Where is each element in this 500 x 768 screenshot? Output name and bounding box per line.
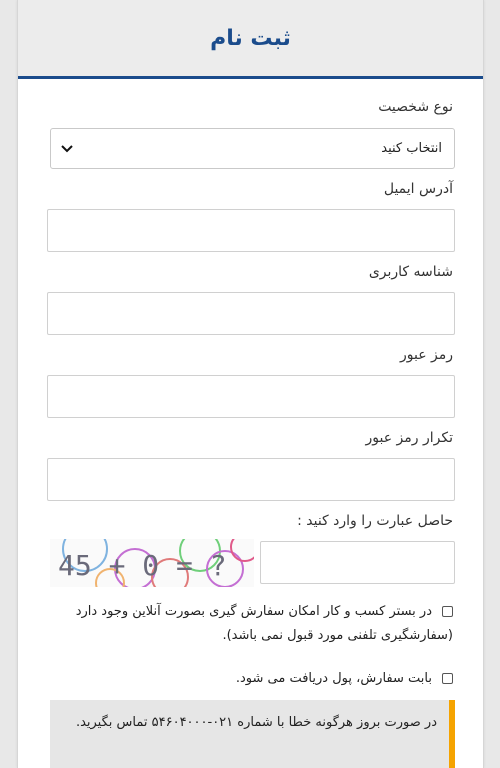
- captcha-image: 45 + 0 = ?: [50, 539, 254, 587]
- captcha-text: 45 + 0 = ?: [58, 549, 227, 582]
- panel-header: ثبت نام: [18, 0, 483, 79]
- password-label: رمز عبور: [399, 347, 453, 363]
- checkbox-icon[interactable]: [442, 606, 453, 617]
- password-repeat-field[interactable]: [47, 458, 455, 501]
- page-title: ثبت نام: [210, 25, 291, 51]
- chevron-down-icon: [61, 142, 73, 156]
- checkbox-payment[interactable]: بابت سفارش، پول دریافت می شود.: [43, 667, 453, 691]
- support-notice: در صورت بروز هرگونه خطا با شماره ۰۲۱-۵۴۶…: [50, 700, 455, 768]
- email-label: آدرس ایمیل: [383, 181, 453, 197]
- captcha-input[interactable]: [260, 541, 455, 584]
- captcha-label: حاصل عبارت را وارد کنید :: [297, 513, 453, 529]
- username-label: شناسه کاربری: [368, 264, 453, 280]
- person-type-select[interactable]: انتخاب کنید: [50, 128, 455, 169]
- email-field[interactable]: [47, 209, 455, 252]
- checkbox-payment-label: بابت سفارش، پول دریافت می شود.: [235, 671, 432, 686]
- person-type-selected: انتخاب کنید: [381, 141, 442, 156]
- password-repeat-label: تکرار رمز عبور: [365, 430, 453, 446]
- checkbox-online-order[interactable]: در بستر کسب و کار امکان سفارش گیری بصورت…: [43, 600, 453, 648]
- password-field[interactable]: [47, 375, 455, 418]
- checkbox-icon[interactable]: [442, 673, 453, 684]
- registration-panel: ثبت نام نوع شخصیت انتخاب کنید آدرس ایمیل…: [17, 0, 484, 768]
- checkbox-online-order-label: در بستر کسب و کار امکان سفارش گیری بصورت…: [75, 604, 453, 643]
- username-field[interactable]: [47, 292, 455, 335]
- support-notice-text: در صورت بروز هرگونه خطا با شماره ۰۲۱-۵۴۶…: [75, 715, 437, 730]
- person-type-label: نوع شخصیت: [378, 99, 453, 115]
